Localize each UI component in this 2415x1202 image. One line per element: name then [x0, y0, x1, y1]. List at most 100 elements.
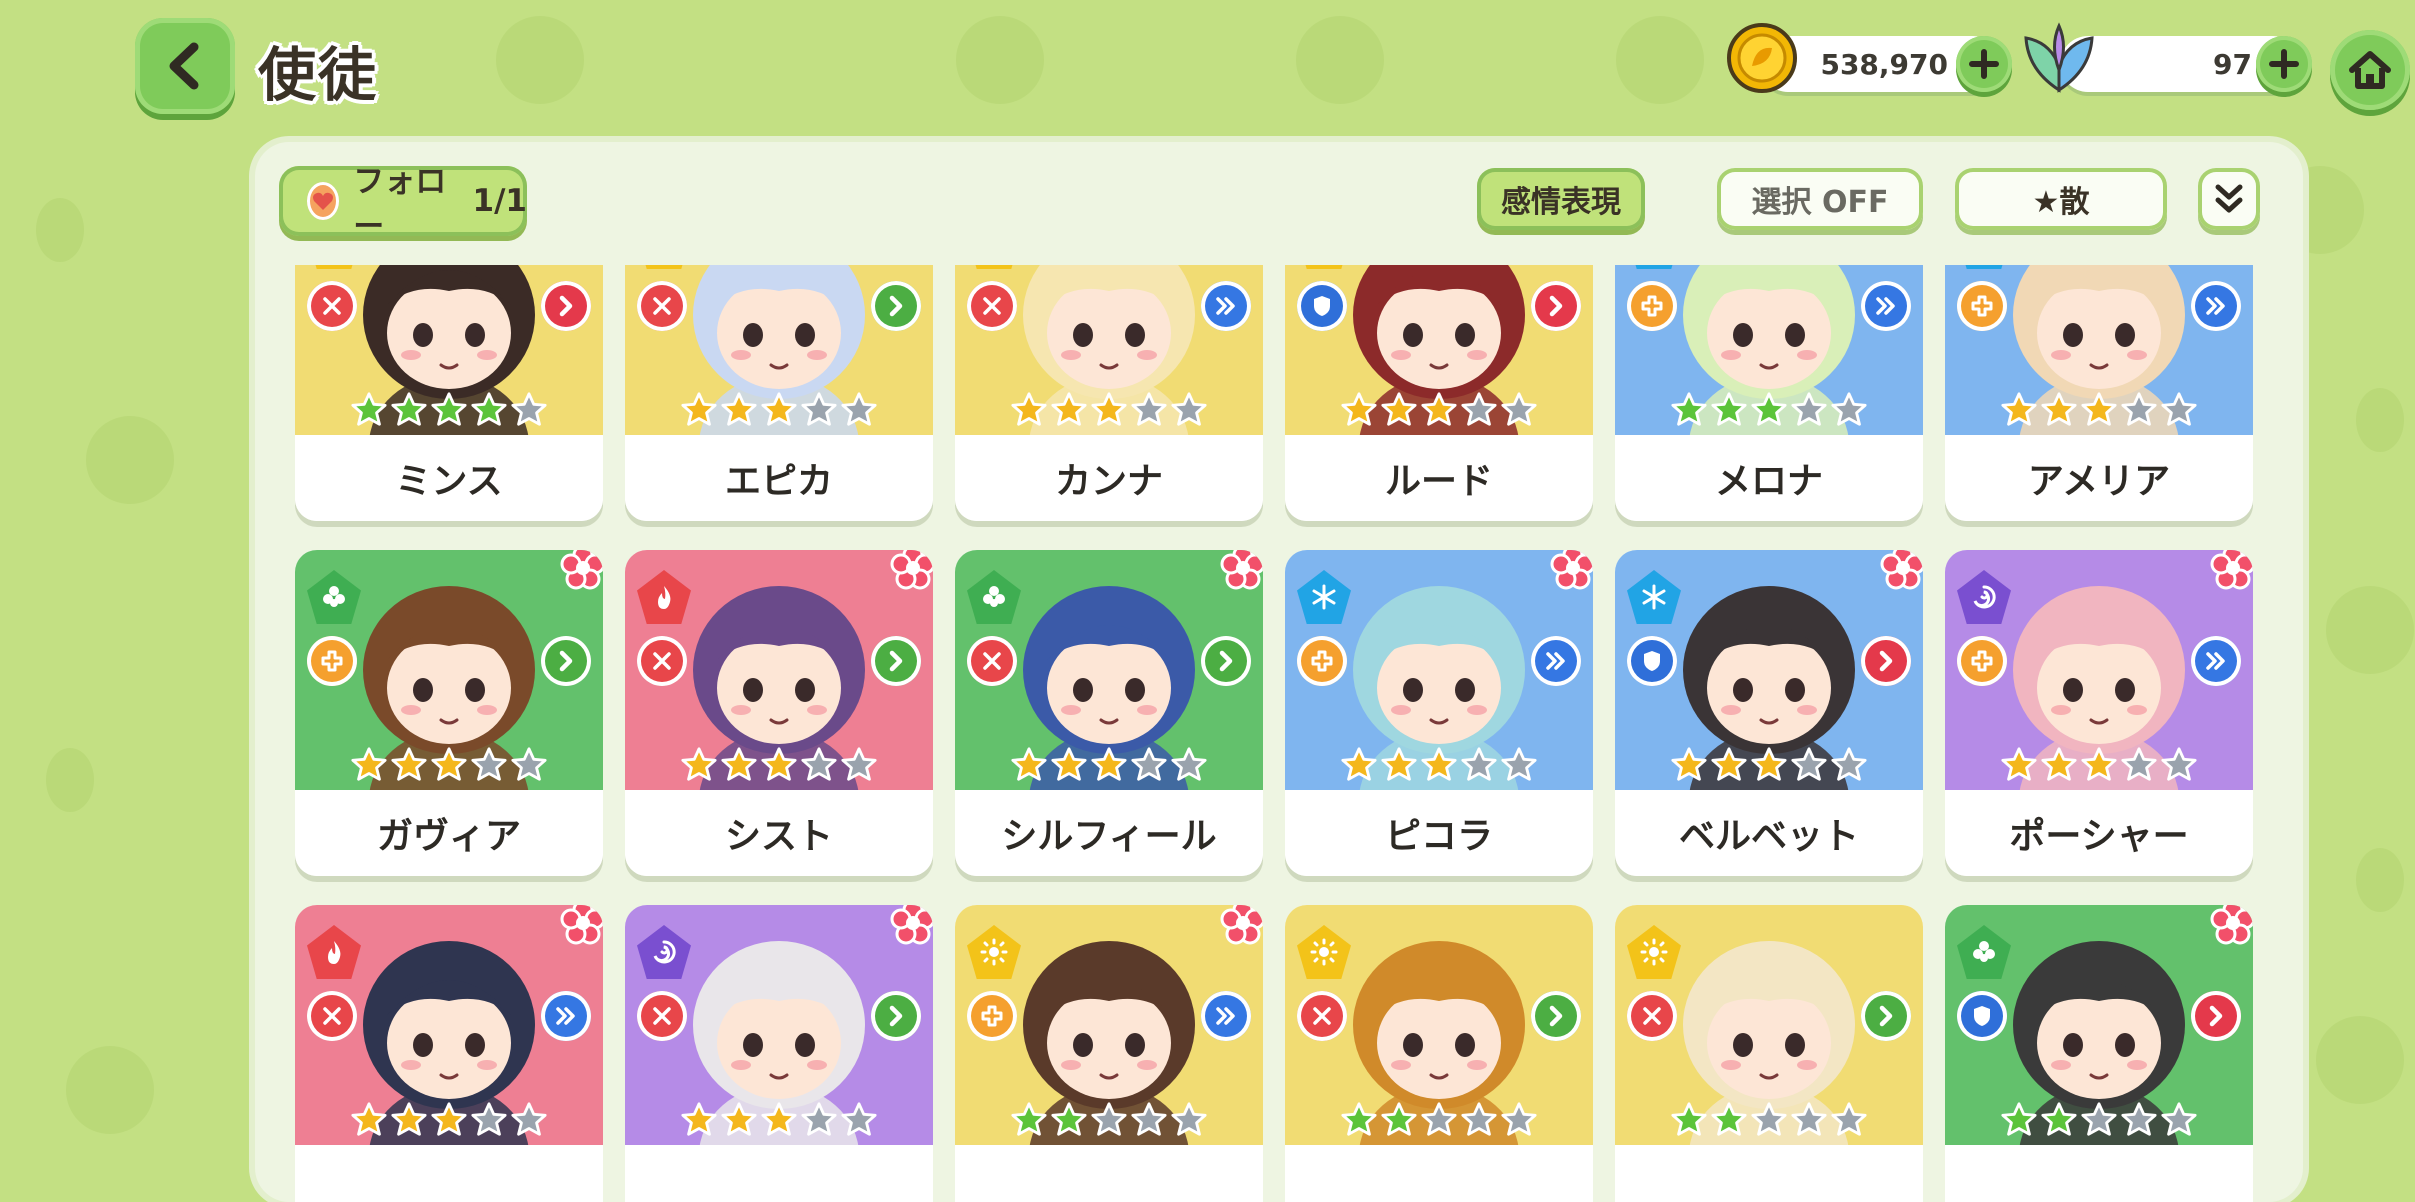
follow-label: フォロー [353, 164, 447, 245]
character-name: アメリア [1945, 435, 2253, 521]
character-card[interactable]: エピカ [625, 265, 933, 521]
character-card[interactable] [1285, 905, 1593, 1202]
character-name [1615, 1145, 1923, 1202]
character-name: ポーシャー [1945, 790, 2253, 876]
star-filled-icon [431, 392, 467, 426]
favorite-flower-icon [1219, 905, 1263, 947]
star-filled-icon [1711, 747, 1747, 781]
character-card[interactable] [955, 905, 1263, 1202]
role-heal-icon [1957, 281, 2007, 331]
star-empty-icon [1791, 1102, 1827, 1136]
character-card[interactable]: ミンス [295, 265, 603, 521]
star-filled-icon [681, 747, 717, 781]
star-filled-icon [721, 1102, 757, 1136]
star-empty-icon [2121, 1102, 2157, 1136]
add-leaf-button[interactable] [2256, 36, 2312, 92]
star-filled-icon [1671, 1102, 1707, 1136]
heart-icon [307, 182, 340, 220]
star-filled-icon [1011, 1102, 1047, 1136]
character-name [955, 1145, 1263, 1202]
star-empty-icon [2121, 392, 2157, 426]
double-chevron-down-icon [2215, 184, 2243, 213]
character-name: エピカ [625, 435, 933, 521]
character-card[interactable]: カンナ [955, 265, 1263, 521]
page-title: 使徒 [258, 41, 379, 109]
star-filled-icon [431, 747, 467, 781]
star-rating [680, 391, 878, 429]
star-rating [1010, 391, 1208, 429]
position-blue-icon [1201, 281, 1251, 331]
star-filled-icon [1711, 392, 1747, 426]
emotion-button[interactable]: 感情表現 [1477, 168, 1645, 230]
favorite-flower-icon [889, 905, 933, 947]
role-heal-icon [967, 991, 1017, 1041]
character-card[interactable]: メロナ [1615, 265, 1923, 521]
star-filled-icon [1751, 392, 1787, 426]
home-button[interactable] [2330, 30, 2410, 110]
star-filled-icon [1711, 1102, 1747, 1136]
character-card[interactable]: アメリア [1945, 265, 2253, 521]
position-green-icon [871, 991, 921, 1041]
position-blue-icon [1531, 636, 1581, 686]
back-button[interactable] [135, 18, 235, 114]
gold-coin-icon [1726, 22, 1798, 94]
character-card[interactable]: ガヴィア [295, 550, 603, 876]
character-card[interactable]: ルード [1285, 265, 1593, 521]
character-card[interactable]: シスト [625, 550, 933, 876]
star-rating [2000, 1101, 2198, 1139]
star-empty-icon [1501, 392, 1537, 426]
favorite-flower-icon [889, 550, 933, 592]
position-blue-icon [2191, 636, 2241, 686]
star-filled-icon [2001, 1102, 2037, 1136]
star-empty-icon [1461, 392, 1497, 426]
plus-icon [1969, 49, 1999, 79]
add-gold-button[interactable] [1956, 36, 2012, 92]
position-red-icon [541, 281, 591, 331]
character-name: ルード [1285, 435, 1593, 521]
star-filled-icon [351, 392, 387, 426]
favorite-flower-icon [1219, 550, 1263, 592]
star-rating [1670, 391, 1868, 429]
star-rating [680, 1101, 878, 1139]
character-card[interactable] [1945, 905, 2253, 1202]
character-name: シルフィール [955, 790, 1263, 876]
star-rating [2000, 391, 2198, 429]
star-rating [680, 746, 878, 784]
character-card[interactable]: ポーシャー [1945, 550, 2253, 876]
star-empty-icon [841, 392, 877, 426]
character-card[interactable] [295, 905, 603, 1202]
star-rating [1340, 1101, 1538, 1139]
star-empty-icon [1171, 747, 1207, 781]
character-card[interactable] [1615, 905, 1923, 1202]
character-card[interactable]: シルフィール [955, 550, 1263, 876]
star-sort-button[interactable]: ★散 [1955, 168, 2167, 230]
star-rating [2000, 746, 2198, 784]
expand-button[interactable] [2198, 168, 2260, 230]
star-filled-icon [681, 392, 717, 426]
chevron-left-icon [169, 42, 199, 90]
star-empty-icon [1791, 747, 1827, 781]
position-green-icon [541, 636, 591, 686]
star-filled-icon [1421, 747, 1457, 781]
favorite-flower-icon [1879, 550, 1923, 592]
star-filled-icon [1381, 1102, 1417, 1136]
star-empty-icon [801, 747, 837, 781]
star-rating [1670, 746, 1868, 784]
star-empty-icon [1421, 1102, 1457, 1136]
favorite-flower-icon [559, 550, 603, 592]
star-empty-icon [2161, 392, 2197, 426]
star-rating [1340, 391, 1538, 429]
star-empty-icon [1791, 392, 1827, 426]
star-empty-icon [1131, 392, 1167, 426]
star-filled-icon [1091, 392, 1127, 426]
leaf-value: 97 [2213, 48, 2252, 81]
star-rating [350, 1101, 548, 1139]
character-card[interactable]: ベルベット [1615, 550, 1923, 876]
follow-button[interactable]: フォロー 1/1 [279, 164, 527, 245]
favorite-flower-icon [2209, 550, 2253, 592]
character-card[interactable]: ピコラ [1285, 550, 1593, 876]
select-toggle-button[interactable]: 選択 OFF [1717, 168, 1923, 230]
character-card[interactable] [625, 905, 933, 1202]
star-empty-icon [2121, 747, 2157, 781]
star-filled-icon [2041, 747, 2077, 781]
